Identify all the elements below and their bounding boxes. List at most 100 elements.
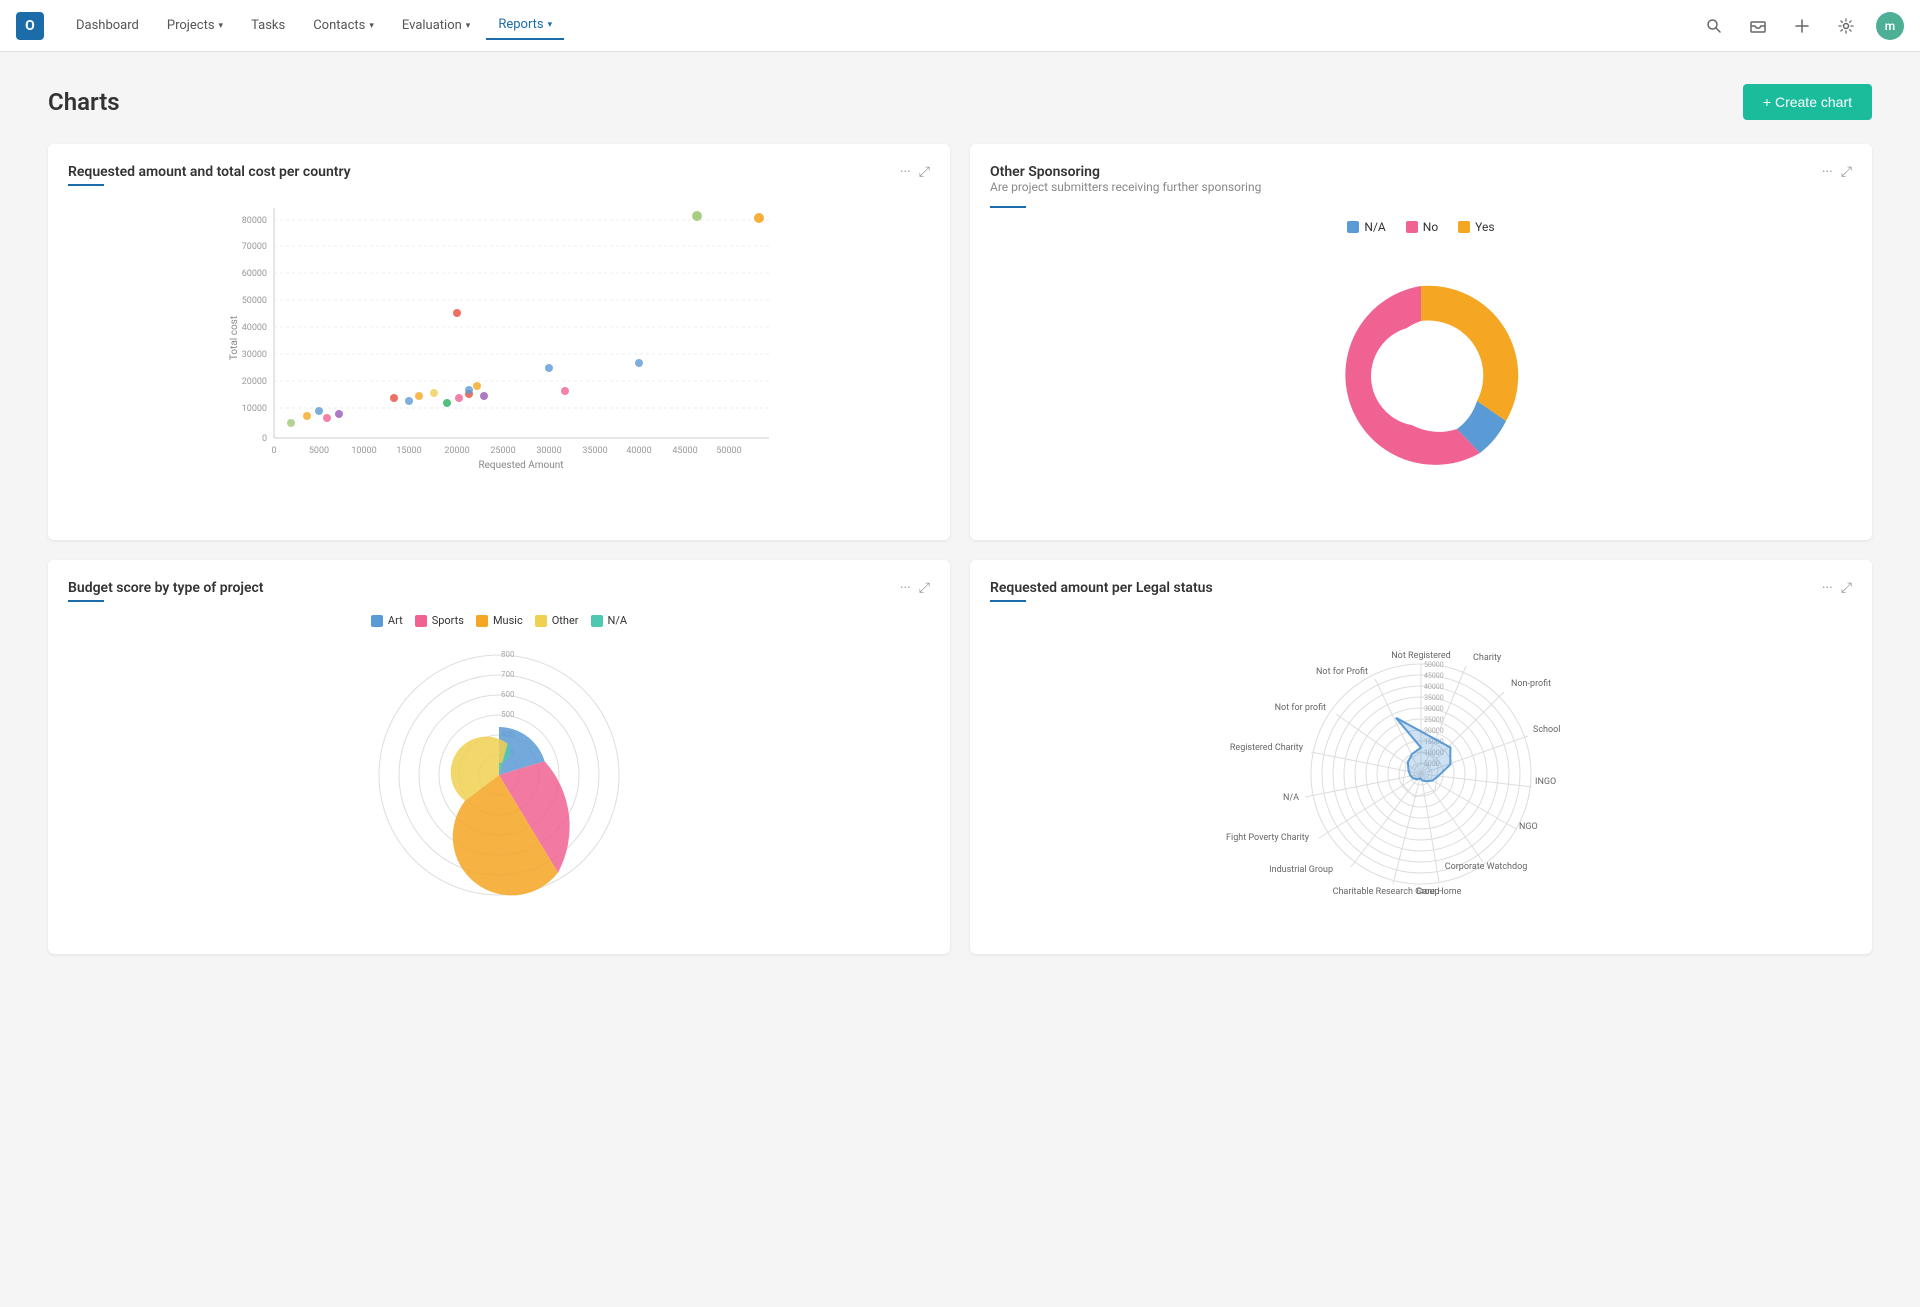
expand-icon[interactable]: ⤢	[1841, 580, 1852, 596]
svg-text:40000: 40000	[242, 323, 267, 333]
chevron-down-icon: ▾	[219, 21, 224, 31]
legend-no-label: No	[1423, 220, 1438, 234]
search-icon[interactable]	[1700, 12, 1728, 40]
polar-legend-other: Other	[535, 614, 579, 627]
polar-chart-card: Budget score by type of project ··· ⤢ Ar…	[48, 560, 950, 954]
chevron-down-icon: ▾	[369, 21, 374, 31]
expand-icon[interactable]: ⤢	[919, 164, 930, 180]
radar-chart-title: Requested amount per Legal status	[990, 580, 1213, 596]
nav-evaluation[interactable]: Evaluation ▾	[390, 12, 482, 39]
polar-legend: Art Sports Music Other	[371, 614, 627, 627]
scatter-chart-actions: ··· ⤢	[900, 164, 930, 180]
svg-text:700: 700	[501, 670, 515, 679]
radar-container: 5000 10000 15000 20000 25000 30000 35000…	[990, 614, 1852, 934]
page-header: Charts + Create chart	[48, 84, 1872, 120]
settings-icon[interactable]	[1832, 12, 1860, 40]
svg-text:30000: 30000	[536, 446, 561, 456]
chevron-down-icon: ▾	[548, 20, 553, 30]
expand-icon[interactable]: ⤢	[919, 580, 930, 596]
polar-na-dot	[591, 615, 603, 627]
more-options-icon[interactable]: ···	[1822, 580, 1833, 596]
nav-dashboard[interactable]: Dashboard	[64, 12, 151, 39]
svg-text:Total cost: Total cost	[229, 316, 240, 360]
radar-svg: 5000 10000 15000 20000 25000 30000 35000…	[1171, 614, 1671, 934]
add-icon[interactable]	[1788, 12, 1816, 40]
more-options-icon[interactable]: ···	[1822, 164, 1833, 180]
polar-art-label: Art	[388, 614, 403, 627]
radar-divider	[990, 600, 1026, 602]
scatter-chart-card: Requested amount and total cost per coun…	[48, 144, 950, 540]
polar-music-label: Music	[493, 614, 523, 627]
svg-text:25000: 25000	[1424, 716, 1444, 724]
inbox-icon[interactable]	[1744, 12, 1772, 40]
svg-text:10000: 10000	[351, 446, 376, 456]
more-options-icon[interactable]: ···	[900, 164, 911, 180]
svg-text:N/A: N/A	[1283, 793, 1299, 803]
radar-chart-card: Requested amount per Legal status ··· ⤢	[970, 560, 1872, 954]
polar-chart-header: Budget score by type of project ··· ⤢	[68, 580, 930, 596]
expand-icon[interactable]: ⤢	[1841, 164, 1852, 180]
scatter-chart-title: Requested amount and total cost per coun…	[68, 164, 351, 180]
polar-legend-music: Music	[476, 614, 523, 627]
svg-text:0: 0	[271, 446, 276, 456]
nav-reports[interactable]: Reports ▾	[486, 11, 564, 40]
scatter-divider	[68, 184, 104, 186]
svg-text:80000: 80000	[242, 216, 267, 226]
svg-text:800: 800	[501, 650, 515, 659]
svg-text:Requested Amount: Requested Amount	[478, 460, 563, 471]
polar-container: Art Sports Music Other	[68, 614, 930, 914]
legend-na-label: N/A	[1364, 220, 1385, 234]
chevron-down-icon: ▾	[466, 21, 471, 31]
user-avatar[interactable]: m	[1876, 12, 1904, 40]
polar-chart-actions: ··· ⤢	[900, 580, 930, 596]
polar-legend-sports: Sports	[415, 614, 464, 627]
nav-right: m	[1700, 12, 1904, 40]
legend-na: N/A	[1347, 220, 1385, 234]
more-options-icon[interactable]: ···	[900, 580, 911, 596]
svg-text:40000: 40000	[626, 446, 651, 456]
svg-text:25000: 25000	[490, 446, 515, 456]
legend-no-dot	[1406, 221, 1418, 233]
donut-legend: N/A No Yes	[1347, 220, 1494, 234]
svg-text:20000: 20000	[444, 446, 469, 456]
radar-chart-actions: ··· ⤢	[1822, 580, 1852, 596]
svg-text:10000: 10000	[242, 404, 267, 414]
donut-chart-title: Other Sponsoring	[990, 164, 1261, 180]
polar-chart-title: Budget score by type of project	[68, 580, 264, 596]
nav-contacts[interactable]: Contacts ▾	[301, 12, 386, 39]
svg-text:45000: 45000	[1424, 672, 1444, 680]
svg-text:Not Registered: Not Registered	[1391, 651, 1450, 661]
svg-text:Industrial Group: Industrial Group	[1269, 865, 1333, 875]
svg-text:500: 500	[501, 710, 515, 719]
polar-na-label: N/A	[608, 614, 628, 627]
svg-text:30000: 30000	[242, 350, 267, 360]
legend-na-dot	[1347, 221, 1359, 233]
polar-music-dot	[476, 615, 488, 627]
svg-text:50000: 50000	[716, 446, 741, 456]
svg-text:5000: 5000	[309, 446, 329, 456]
svg-text:0: 0	[262, 434, 267, 444]
navbar: O Dashboard Projects ▾ Tasks Contacts ▾ …	[0, 0, 1920, 52]
nav-items: Dashboard Projects ▾ Tasks Contacts ▾ Ev…	[64, 11, 1700, 40]
scatter-chart-header: Requested amount and total cost per coun…	[68, 164, 930, 180]
donut-chart-card: Other Sponsoring Are project submitters …	[970, 144, 1872, 540]
nav-projects[interactable]: Projects ▾	[155, 12, 235, 39]
nav-tasks[interactable]: Tasks	[239, 12, 297, 39]
svg-text:60000: 60000	[242, 269, 267, 279]
polar-divider	[68, 600, 104, 602]
polar-sports-dot	[415, 615, 427, 627]
legend-yes-dot	[1458, 221, 1470, 233]
svg-text:NGO: NGO	[1519, 822, 1538, 832]
polar-other-dot	[535, 615, 547, 627]
legend-yes: Yes	[1458, 220, 1494, 234]
scatter-container: Total cost 10000 20000 30000 40000 50000	[68, 198, 930, 478]
create-chart-button[interactable]: + Create chart	[1743, 84, 1872, 120]
svg-text:Not for Profit: Not for Profit	[1316, 667, 1368, 677]
svg-text:35000: 35000	[1424, 694, 1444, 702]
svg-text:INGO: INGO	[1535, 777, 1556, 787]
svg-text:600: 600	[501, 690, 515, 699]
polar-legend-na: N/A	[591, 614, 628, 627]
scatter-svg: Total cost 10000 20000 30000 40000 50000	[68, 198, 930, 478]
donut-svg	[1281, 246, 1561, 506]
svg-text:35000: 35000	[582, 446, 607, 456]
